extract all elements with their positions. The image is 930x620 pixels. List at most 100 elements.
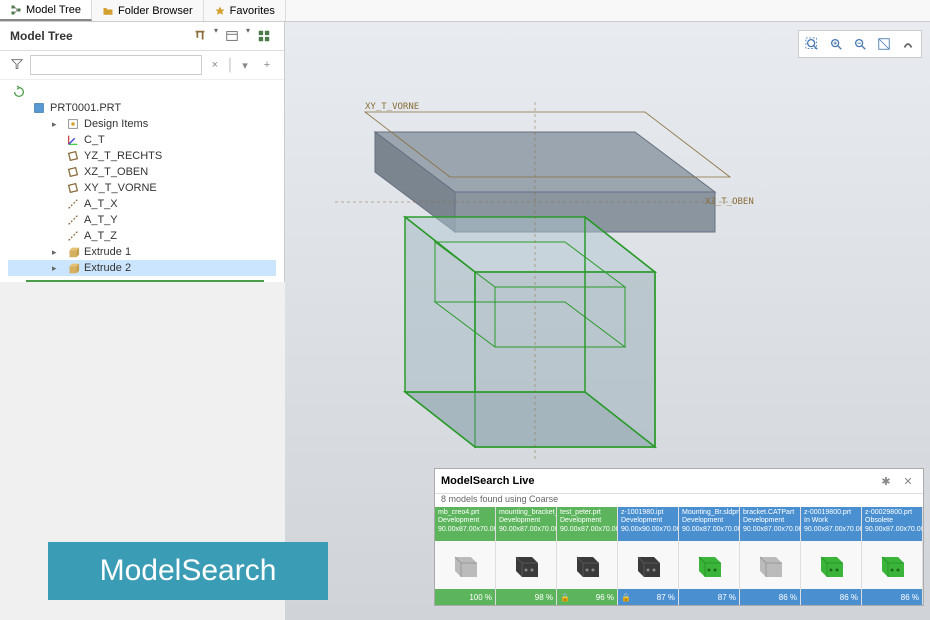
result-info: mb_creo4.prtDevelopment90.00x87.00x70.00 (435, 507, 495, 541)
tree-label: PRT0001.PRT (50, 102, 121, 114)
result-dims: 90.00x90.00x70.00 (621, 526, 675, 534)
sidebar-toolbar: ▾ ▾ (190, 26, 274, 46)
result-card[interactable]: z-00029800.prtObsolete90.00x87.00x70.008… (862, 507, 923, 605)
result-footer: 100 % (435, 589, 495, 605)
axis-icon (66, 213, 80, 227)
result-dims: 90.00x87.00x70.00 (743, 526, 797, 534)
result-thumbnail (801, 541, 861, 589)
result-percentage: 86 % (779, 593, 797, 602)
tree-item[interactable]: A_T_X (8, 196, 276, 212)
expand-icon[interactable]: ▸ (52, 119, 62, 130)
result-dims: 90.00x87.00x70.00 (682, 526, 736, 534)
result-card[interactable]: test_peter.prtDevelopment90.00x87.00x70.… (557, 507, 618, 605)
result-thumbnail (618, 541, 678, 589)
sidebar-header: Model Tree ▾ ▾ (0, 22, 284, 51)
result-thumbnail (862, 541, 922, 589)
tree-label: Design Items (84, 118, 148, 130)
tab-label: Favorites (230, 5, 275, 17)
tree-item[interactable]: A_T_Z (8, 228, 276, 244)
settings-button[interactable] (190, 26, 210, 46)
logo-text: ModelSearch (100, 554, 277, 588)
result-thumbnail (435, 541, 495, 589)
zoom-in-button[interactable] (825, 33, 847, 55)
tree-filters-button[interactable] (254, 26, 274, 46)
filter-icon[interactable] (8, 56, 26, 74)
result-percentage: 96 % (596, 593, 614, 602)
result-name: z-00019800.prt (804, 509, 858, 517)
clear-filter-button[interactable]: × (206, 56, 224, 74)
display-style-button[interactable] (897, 33, 919, 55)
result-status: Development (560, 517, 614, 525)
result-card[interactable]: z-00019800.prtIn Work90.00x87.00x70.0086… (801, 507, 862, 605)
result-card[interactable]: bracket.CATPartDevelopment90.00x87.00x70… (740, 507, 801, 605)
tree-item[interactable]: C_T (8, 132, 276, 148)
close-icon[interactable]: ✕ (899, 472, 917, 490)
result-card[interactable]: z-1001980.iptDevelopment90.00x90.00x70.0… (618, 507, 679, 605)
tab-model-tree[interactable]: Model Tree (0, 0, 92, 21)
result-percentage: 100 % (469, 593, 492, 602)
expand-icon[interactable]: ▸ (52, 247, 62, 258)
star-icon (214, 5, 226, 17)
result-footer: 86 % (801, 589, 861, 605)
result-dims: 90.00x87.00x70.00 (438, 526, 492, 534)
expand-icon[interactable]: ▸ (52, 263, 62, 274)
tab-folder-browser[interactable]: Folder Browser (92, 0, 204, 21)
repaint-button[interactable] (873, 33, 895, 55)
result-card[interactable]: mb_creo4.prtDevelopment90.00x87.00x70.00… (435, 507, 496, 605)
tree-label: Extrude 1 (84, 246, 131, 258)
folder-icon (102, 5, 114, 17)
result-status: Obsolete (865, 517, 919, 525)
result-info: mounting_bracket_1Development90.00x87.00… (496, 507, 556, 541)
tab-favorites[interactable]: Favorites (204, 0, 286, 21)
result-footer: 87 % (679, 589, 739, 605)
result-thumbnail (496, 541, 556, 589)
axis-icon (66, 197, 80, 211)
tree-label: XY_T_VORNE (84, 182, 157, 194)
tree-item[interactable]: ▸ Design Items (8, 116, 276, 132)
tree-item[interactable]: ▸ Extrude 2 (8, 260, 276, 276)
tree-item[interactable]: ▸ Extrude 1 (8, 244, 276, 260)
zoom-out-button[interactable] (849, 33, 871, 55)
results-title: ModelSearch Live (441, 475, 535, 487)
design-icon (66, 117, 80, 131)
tree-item-refresh[interactable] (8, 84, 276, 100)
modelsearch-logo: ModelSearch (48, 542, 328, 600)
refit-button[interactable] (801, 33, 823, 55)
plane-icon (66, 165, 80, 179)
dropdown-button[interactable]: ▾ (236, 56, 254, 74)
tree-item[interactable]: XY_T_VORNE (8, 180, 276, 196)
tree-label: A_T_Z (84, 230, 117, 242)
result-info: Mounting_Br.sldprtDevelopment90.00x87.00… (679, 507, 739, 541)
part-icon (32, 101, 46, 115)
settings-icon[interactable]: ✱ (877, 472, 895, 490)
tree-label: Extrude 2 (84, 262, 131, 274)
show-button[interactable] (222, 26, 242, 46)
result-footer: 86 % (862, 589, 922, 605)
tree-item[interactable]: XZ_T_OBEN (8, 164, 276, 180)
result-footer: 98 % (496, 589, 556, 605)
tree-root[interactable]: PRT0001.PRT (8, 100, 276, 116)
result-name: z-1001980.ipt (621, 509, 675, 517)
tree-end-marker (26, 280, 264, 282)
results-header: ModelSearch Live ✱ ✕ (435, 469, 923, 494)
result-card[interactable]: mounting_bracket_1Development90.00x87.00… (496, 507, 557, 605)
results-controls: ✱ ✕ (877, 472, 917, 490)
view-toolbar (798, 30, 922, 58)
tree-label: A_T_X (84, 198, 118, 210)
result-name: bracket.CATPart (743, 509, 797, 517)
model-tree: PRT0001.PRT ▸Design ItemsC_TYZ_T_RECHTSX… (0, 80, 284, 286)
dropdown-arrow[interactable]: ▾ (214, 26, 218, 46)
dropdown-arrow[interactable]: ▾ (246, 26, 250, 46)
result-card[interactable]: Mounting_Br.sldprtDevelopment90.00x87.00… (679, 507, 740, 605)
result-name: mb_creo4.prt (438, 509, 492, 517)
result-info: z-1001980.iptDevelopment90.00x90.00x70.0… (618, 507, 678, 541)
results-panel: ModelSearch Live ✱ ✕ 8 models found usin… (434, 468, 924, 606)
result-percentage: 86 % (901, 593, 919, 602)
add-button[interactable]: + (258, 56, 276, 74)
tree-item[interactable]: YZ_T_RECHTS (8, 148, 276, 164)
result-footer: 🔒96 % (557, 589, 617, 605)
filter-input[interactable] (30, 55, 202, 75)
tree-item[interactable]: A_T_Y (8, 212, 276, 228)
model-geometry: XY_T_VORNE XZ_T_OBEN (335, 102, 735, 462)
datum-label-top: XZ_T_OBEN (705, 197, 754, 207)
